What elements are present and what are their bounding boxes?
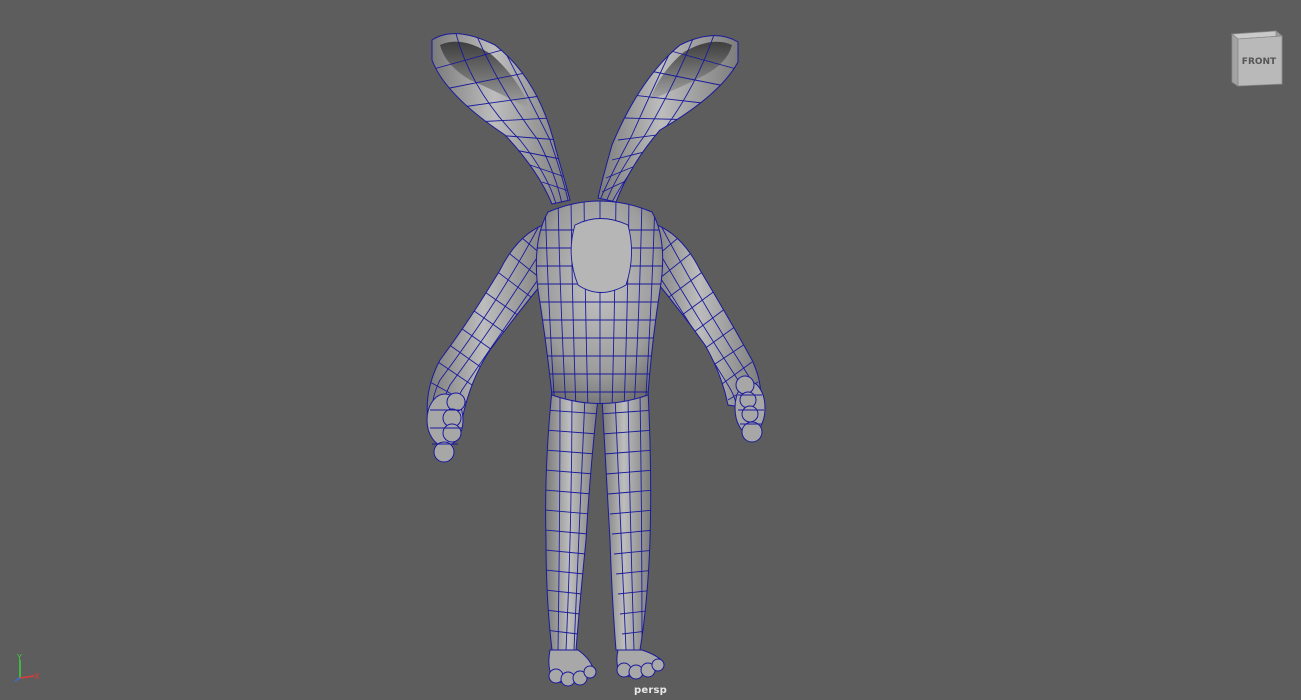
left-arm xyxy=(426,221,553,421)
view-cube[interactable]: FRONT xyxy=(1226,28,1284,88)
right-ear xyxy=(597,35,739,203)
left-foot xyxy=(548,649,597,687)
camera-name-label: persp xyxy=(634,685,667,696)
left-hand xyxy=(426,392,466,463)
character-mesh[interactable] xyxy=(0,0,1301,700)
3d-viewport[interactable]: FRONT Y X persp xyxy=(0,0,1301,700)
left-ear xyxy=(431,33,571,205)
axis-x-label: X xyxy=(34,672,40,681)
torso xyxy=(535,200,664,404)
axis-gizmo: Y X xyxy=(10,652,46,686)
view-cube-face-label: FRONT xyxy=(1242,57,1277,67)
left-leg xyxy=(545,389,599,651)
right-foot xyxy=(616,649,665,680)
axis-y-label: Y xyxy=(16,653,22,662)
right-leg xyxy=(601,389,652,651)
